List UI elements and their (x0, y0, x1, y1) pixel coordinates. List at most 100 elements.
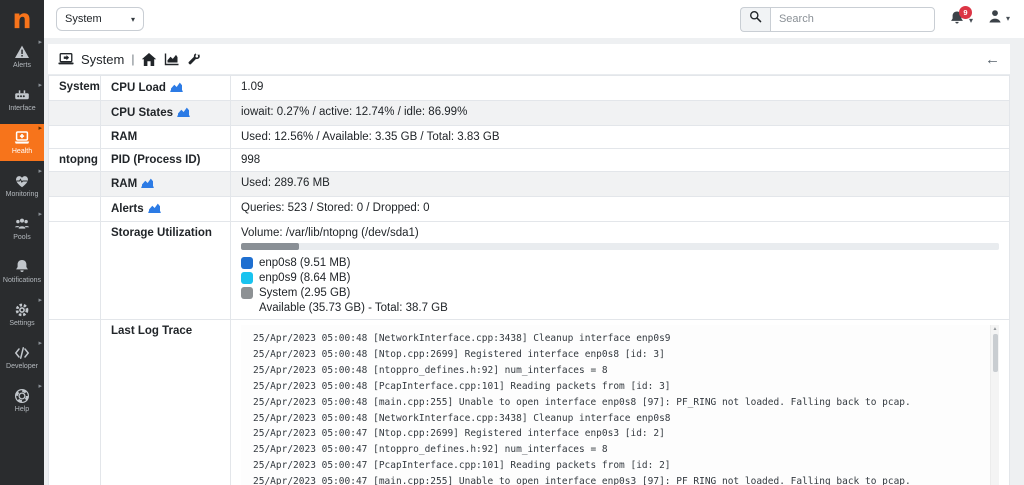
table-row: CPU States iowait: 0.27% / active: 12.74%… (48, 100, 1010, 126)
storage-legend-item: enp0s8 (9.51 MB) (241, 257, 999, 269)
row-label-text: Alerts (111, 203, 144, 215)
storage-summary: Available (35.73 GB) - Total: 38.7 GB (259, 302, 448, 314)
section-header: System (48, 75, 101, 101)
sidebar-item-label: Monitoring (5, 191, 39, 198)
table-row: Storage Utilization Volume: /var/lib/nto… (48, 221, 1010, 320)
row-label-text: PID (Process ID) (111, 154, 201, 166)
scroll-up-icon[interactable]: ▲ (993, 325, 998, 333)
user-menu[interactable]: ▾ (987, 8, 1010, 30)
storage-progress-bar (241, 243, 999, 250)
sidebar-item-health[interactable]: Health ▸ (0, 124, 44, 161)
page-title: System (81, 51, 125, 67)
row-value: 25/Apr/2023 05:00:48 [NetworkInterface.c… (230, 319, 1010, 485)
section-header (48, 196, 101, 222)
interface-selector[interactable]: System ▾ (56, 7, 144, 31)
chevron-right-icon: ▸ (38, 211, 42, 218)
code-icon (14, 345, 30, 361)
sidebar-item-notifications[interactable]: Notifications (0, 253, 44, 290)
log-lines: 25/Apr/2023 05:00:48 [NetworkInterface.c… (253, 331, 985, 485)
sidebar-item-label: Help (14, 406, 30, 413)
user-icon (987, 8, 1003, 30)
log-line: 25/Apr/2023 05:00:48 [NetworkInterface.c… (253, 412, 671, 424)
warning-triangle-icon (14, 44, 30, 60)
notifications-menu[interactable]: 9 ▾ (949, 6, 973, 28)
sidebar-item-alerts[interactable]: Alerts ▸ (0, 38, 44, 75)
sidebar-item-label: Notifications (2, 277, 42, 284)
sidebar-item-label: Developer (6, 363, 38, 370)
legend-label: System (2.95 GB) (259, 287, 351, 299)
scrollbar-thumb[interactable] (992, 334, 998, 372)
system-health-table: System CPU Load 1.09 CPU States iowait: 0.27… (48, 75, 1010, 485)
system-view-icon (58, 52, 74, 66)
interface-selector-value: System (65, 13, 102, 25)
sidebar-item-pools[interactable]: Pools ▸ (0, 210, 44, 247)
log-line: 25/Apr/2023 05:00:47 [PcapInterface.cpp:… (253, 460, 671, 472)
table-row: ntopng PID (Process ID) 998 (48, 148, 1010, 172)
sidebar-item-help[interactable]: Help ▸ (0, 382, 44, 419)
row-value: Used: 12.56% / Available: 3.35 GB / Tota… (230, 125, 1010, 149)
chart-area-link-icon[interactable] (147, 202, 161, 216)
row-label-text: Storage Utilization (111, 227, 212, 239)
row-label: RAM (100, 125, 231, 149)
chevron-right-icon: ▸ (38, 82, 42, 89)
table-row: System CPU Load 1.09 (48, 75, 1010, 101)
log-scrollbar[interactable]: ▲ ▼ (990, 325, 999, 485)
storage-legend-item: enp0s9 (8.64 MB) (241, 272, 999, 284)
chevron-right-icon: ▸ (38, 297, 42, 304)
chevron-down-icon: ▾ (1005, 14, 1010, 23)
row-value: iowait: 0.27% / active: 12.74% / idle: 8… (230, 100, 1010, 126)
breadcrumb-separator: | (131, 52, 135, 66)
section-header (48, 125, 101, 149)
log-line: 25/Apr/2023 05:00:47 [ntoppro_defines.h:… (253, 444, 608, 456)
ntopng-logo-letter: n (12, 3, 32, 35)
table-row: Last Log Trace 25/Apr/2023 05:00:48 [Net… (48, 319, 1010, 485)
search-input[interactable] (769, 6, 935, 32)
storage-legend: enp0s8 (9.51 MB) enp0s9 (8.64 MB) System (… (241, 257, 999, 299)
main-content: System | ← System CPU Load 1.09 CPU States i… (48, 44, 1010, 485)
row-label-text: RAM (111, 131, 138, 143)
home-icon[interactable] (141, 52, 157, 67)
legend-swatch (241, 257, 253, 269)
chevron-right-icon: ▸ (38, 39, 42, 46)
notification-badge: 9 (958, 6, 972, 19)
life-ring-icon (14, 388, 30, 404)
sidebar-item-label: Settings (9, 320, 35, 327)
laptop-medical-icon (14, 130, 30, 146)
chart-area-link-icon[interactable] (141, 177, 154, 191)
search-icon (749, 10, 762, 28)
log-line: 25/Apr/2023 05:00:48 [PcapInterface.cpp:… (253, 380, 671, 392)
row-value: 998 (230, 148, 1010, 172)
storage-volume-label: Volume: /var/lib/ntopng (/dev/sda1) (241, 227, 419, 239)
chart-area-link-icon[interactable] (170, 81, 183, 95)
sidebar-item-interface[interactable]: Interface ▸ (0, 81, 44, 118)
back-arrow[interactable]: ← (985, 51, 1000, 68)
log-line: 25/Apr/2023 05:00:48 [main.cpp:255] Unab… (253, 396, 911, 408)
log-line: 25/Apr/2023 05:00:47 [Ntop.cpp:2699] Reg… (253, 428, 665, 440)
top-navbar: System ▾ 9 ▾ ▾ (44, 0, 1024, 38)
ntopng-logo[interactable]: n (0, 0, 44, 38)
sidebar-item-settings[interactable]: Settings ▸ (0, 296, 44, 333)
chart-area-link-icon[interactable] (177, 106, 190, 120)
section-header: ntopng (48, 148, 101, 172)
row-label: RAM (100, 171, 231, 197)
gear-icon (14, 302, 30, 318)
section-header (48, 221, 101, 320)
row-label-text: CPU Load (111, 82, 166, 94)
search-button[interactable] (739, 6, 770, 32)
log-line: 25/Apr/2023 05:00:48 [ntoppro_defines.h:… (253, 364, 608, 376)
log-line: 25/Apr/2023 05:00:48 [Ntop.cpp:2699] Reg… (253, 348, 665, 360)
storage-utilization: Volume: /var/lib/ntopng (/dev/sda1) enp0… (241, 227, 999, 314)
wrench-icon[interactable] (187, 52, 201, 66)
chart-area-icon[interactable] (164, 52, 180, 66)
sidebar-item-developer[interactable]: Developer ▸ (0, 339, 44, 376)
row-label: Alerts (100, 196, 231, 222)
chevron-right-icon: ▸ (38, 168, 42, 175)
sidebar: n Alerts ▸ Interface ▸ Health ▸ Monitoring ▸ Poo… (0, 0, 44, 485)
storage-progress-fill (241, 243, 299, 250)
breadcrumb: System | ← (48, 44, 1010, 75)
row-value: Used: 289.76 MB (230, 171, 1010, 197)
sidebar-item-monitoring[interactable]: Monitoring ▸ (0, 167, 44, 204)
table-row: RAM Used: 289.76 MB (48, 171, 1010, 197)
log-line: 25/Apr/2023 05:00:48 [NetworkInterface.c… (253, 333, 671, 344)
bell-icon (14, 259, 30, 275)
